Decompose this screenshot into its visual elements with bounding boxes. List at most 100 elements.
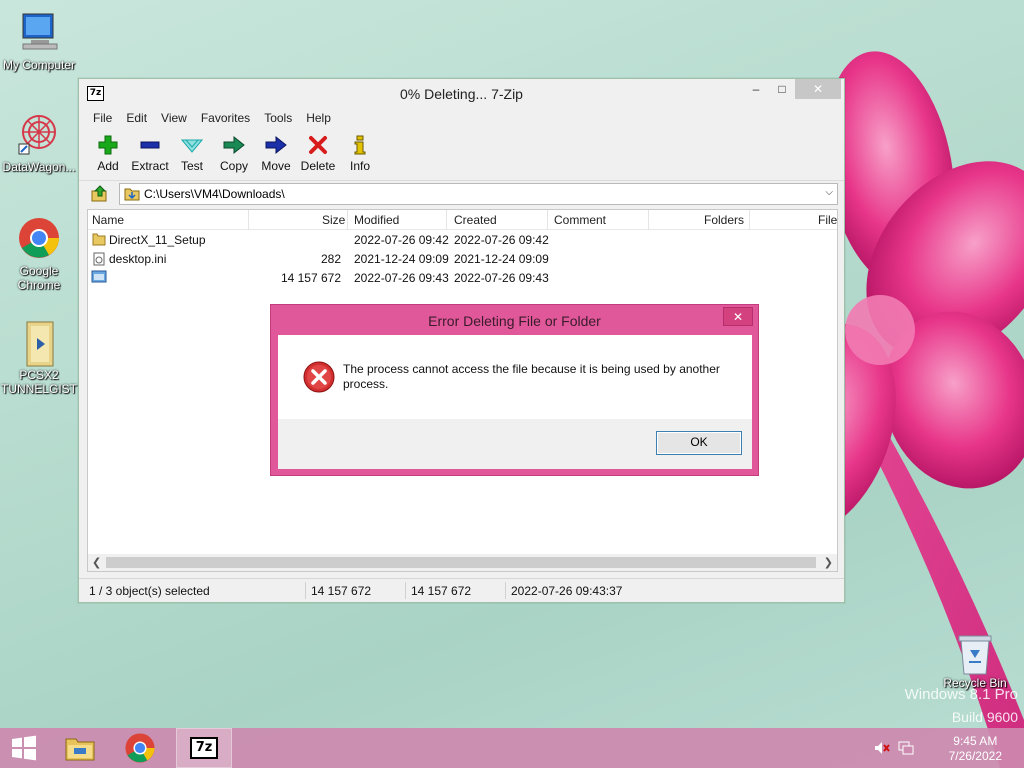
horizontal-scrollbar[interactable]: ❮ ❯ bbox=[88, 554, 837, 571]
file-explorer-icon bbox=[65, 738, 95, 761]
test-button[interactable]: Test bbox=[171, 129, 213, 180]
desktop-icon-label: My Computer bbox=[2, 58, 76, 72]
column-size[interactable]: Size bbox=[322, 213, 345, 227]
test-label: Test bbox=[180, 159, 203, 173]
address-bar: C:\Users\VM4\Downloads\ ⌵ bbox=[79, 181, 844, 207]
scroll-right-icon[interactable]: ❯ bbox=[824, 556, 833, 569]
close-button[interactable]: ✕ bbox=[795, 79, 841, 99]
up-folder-icon[interactable] bbox=[91, 185, 109, 203]
chrome-icon bbox=[17, 216, 61, 260]
scroll-left-icon[interactable]: ❮ bbox=[92, 556, 101, 569]
extract-icon bbox=[129, 135, 171, 155]
address-text: C:\Users\VM4\Downloads\ bbox=[144, 187, 285, 201]
menu-help[interactable]: Help bbox=[300, 109, 339, 129]
chevron-down-icon[interactable]: ⌵ bbox=[825, 187, 833, 198]
status-bar: 1 / 3 object(s) selected 14 157 672 14 1… bbox=[79, 578, 844, 602]
menu-favorites[interactable]: Favorites bbox=[195, 109, 258, 129]
computer-icon bbox=[17, 10, 61, 54]
list-item[interactable]: 14 157 672 2022-07-26 09:43 2022-07-26 0… bbox=[88, 268, 837, 287]
list-header: Name Size Modified Created Comment Folde… bbox=[88, 210, 837, 230]
file-modified: 2021-12-24 09:09 bbox=[354, 252, 449, 266]
status-size: 14 157 672 bbox=[311, 584, 372, 598]
copy-label: Copy bbox=[219, 159, 248, 173]
delete-label: Delete bbox=[300, 159, 336, 173]
chrome-icon bbox=[125, 733, 155, 763]
dialog-body: The process cannot access the file becau… bbox=[278, 335, 752, 469]
column-created[interactable]: Created bbox=[454, 213, 497, 227]
clock-time: 9:45 AM bbox=[953, 734, 998, 748]
desktop-icon-label: DataWagon... bbox=[2, 160, 76, 174]
extract-button[interactable]: Extract bbox=[129, 129, 171, 180]
address-input[interactable]: C:\Users\VM4\Downloads\ ⌵ bbox=[119, 183, 838, 205]
list-item[interactable]: DirectX_11_Setup 2022-07-26 09:42 2022-0… bbox=[88, 230, 837, 249]
file-explorer-button[interactable] bbox=[52, 728, 108, 768]
datawagon-icon bbox=[17, 112, 61, 156]
status-date: 2022-07-26 09:43:37 bbox=[511, 584, 623, 598]
desktop-icon-recycle-bin[interactable]: Recycle Bin bbox=[936, 632, 1014, 690]
add-icon bbox=[87, 135, 129, 155]
desktop-icon-datawagon[interactable]: DataWagon... bbox=[0, 112, 78, 174]
menu-view[interactable]: View bbox=[155, 109, 195, 129]
error-icon bbox=[303, 361, 335, 396]
scrollbar-thumb[interactable] bbox=[106, 557, 816, 568]
desktop-icon-pcsx2-tunnelgist[interactable]: PCSX2 TUNNELGIST bbox=[0, 320, 78, 396]
7zip-icon: 7z bbox=[190, 737, 218, 759]
watermark-build: Build 9600 bbox=[951, 709, 1018, 725]
clock-date: 7/26/2022 bbox=[948, 749, 1002, 763]
delete-icon bbox=[297, 135, 339, 155]
column-modified[interactable]: Modified bbox=[354, 213, 399, 227]
file-size: 14 157 672 bbox=[280, 271, 341, 285]
folder-icon bbox=[124, 187, 140, 204]
windows-watermark: Windows 8.1 Pro Build 9600 bbox=[905, 686, 1018, 725]
menu-edit[interactable]: Edit bbox=[120, 109, 155, 129]
start-button[interactable] bbox=[0, 728, 48, 768]
windows-logo-icon bbox=[12, 735, 36, 761]
dialog-message: The process cannot access the file becau… bbox=[343, 362, 720, 391]
dialog-close-button[interactable]: ✕ bbox=[723, 307, 753, 326]
desktop-icon-label: PCSX2 TUNNELGIST bbox=[0, 368, 77, 396]
file-created: 2022-07-26 09:43 bbox=[454, 271, 549, 285]
info-button[interactable]: Info bbox=[339, 129, 381, 180]
watermark-edition: Windows 8.1 Pro bbox=[904, 686, 1018, 703]
file-created: 2022-07-26 09:42 bbox=[454, 233, 549, 247]
settings-file-icon bbox=[92, 252, 106, 269]
dialog-title: Error Deleting File or Folder bbox=[428, 313, 601, 329]
dialog-titlebar[interactable]: Error Deleting File or Folder ✕ bbox=[271, 305, 758, 334]
copy-button[interactable]: Copy bbox=[213, 129, 255, 180]
network-icon[interactable] bbox=[898, 740, 914, 756]
7zip-taskbar-button[interactable]: 7z bbox=[176, 728, 232, 768]
desktop-icon-my-computer[interactable]: My Computer bbox=[0, 10, 78, 72]
chrome-taskbar-button[interactable] bbox=[112, 728, 168, 768]
delete-button[interactable]: Delete bbox=[297, 129, 339, 180]
column-file[interactable]: File bbox=[818, 213, 837, 227]
file-name: desktop.ini bbox=[109, 252, 167, 266]
volume-muted-icon[interactable] bbox=[874, 741, 890, 755]
add-label: Add bbox=[97, 159, 119, 173]
move-button[interactable]: Move bbox=[255, 129, 297, 180]
file-modified: 2022-07-26 09:42 bbox=[354, 233, 449, 247]
toolbar: Add Extract Test Copy Move Delete Info bbox=[79, 129, 844, 181]
menu-tools[interactable]: Tools bbox=[258, 109, 300, 129]
move-icon bbox=[255, 135, 297, 155]
minimize-button[interactable]: – bbox=[743, 79, 769, 99]
maximize-button[interactable]: □ bbox=[769, 79, 795, 99]
ok-button[interactable]: OK bbox=[656, 431, 742, 455]
column-name[interactable]: Name bbox=[92, 213, 124, 227]
column-folders[interactable]: Folders bbox=[704, 213, 744, 227]
desktop-icon-google-chrome[interactable]: Google Chrome bbox=[0, 216, 78, 292]
window-titlebar[interactable]: 7z 0% Deleting... 7-Zip – □ ✕ bbox=[79, 79, 844, 109]
menu-file[interactable]: File bbox=[87, 109, 120, 129]
move-label: Move bbox=[261, 159, 291, 173]
file-name: DirectX_11_Setup bbox=[109, 233, 206, 247]
add-button[interactable]: Add bbox=[87, 129, 129, 180]
extract-label: Extract bbox=[131, 159, 169, 173]
file-modified: 2022-07-26 09:43 bbox=[354, 271, 449, 285]
test-icon bbox=[171, 135, 213, 155]
taskbar-clock[interactable]: 9:45 AM 7/26/2022 bbox=[949, 734, 1002, 764]
status-packed-size: 14 157 672 bbox=[411, 584, 472, 598]
list-item[interactable]: desktop.ini 282 2021-12-24 09:09 2021-12… bbox=[88, 249, 837, 268]
dialog-footer: OK bbox=[278, 419, 752, 469]
taskbar: 7z 9:45 AM 7/26/2022 bbox=[0, 728, 1024, 768]
column-comment[interactable]: Comment bbox=[554, 213, 606, 227]
copy-icon bbox=[213, 135, 255, 155]
